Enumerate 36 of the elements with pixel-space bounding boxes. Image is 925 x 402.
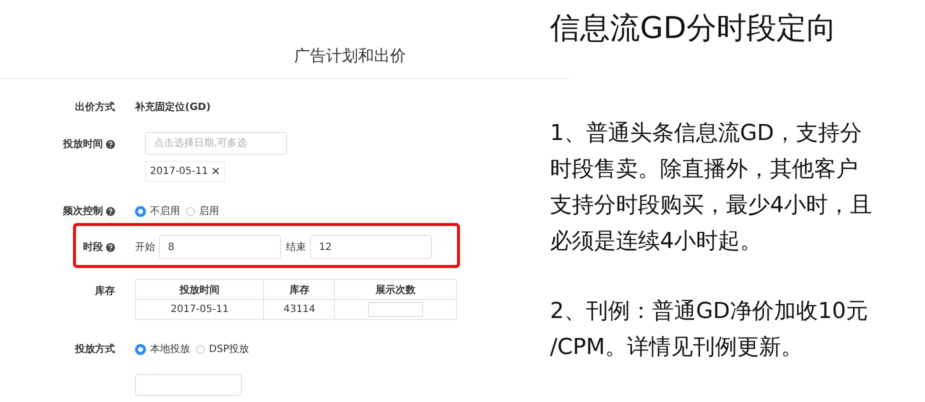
column-header: 库存 — [264, 280, 335, 300]
tag-text: 2017-05-11 — [150, 166, 208, 177]
field-label: 频次控制 — [63, 204, 103, 218]
paragraph: 2、刊例：普通GD净价加收10元/CPM。详情见刊例更新。 — [550, 298, 869, 362]
date-field[interactable]: 点击选择日期,可多选 — [145, 132, 287, 155]
radio-label: 不启用 — [150, 204, 180, 218]
column-header: 投放时间 — [136, 280, 264, 300]
radio-button[interactable] — [135, 344, 146, 354]
radio-button[interactable] — [135, 206, 146, 216]
help-icon[interactable] — [106, 206, 115, 216]
section-heading: 广告计划和出价 — [294, 46, 406, 65]
help-icon[interactable] — [106, 140, 115, 148]
field-label: 投放时间 — [63, 138, 103, 151]
paragraph: 1、普通头条信息流GD，支持分时段售卖。除直播外，其他客户支持分时段购买，最少4小时，且必须是连续4小时起。 — [550, 120, 873, 256]
count-field[interactable] — [368, 302, 424, 317]
radio-label: 本地投放 — [150, 342, 190, 356]
table-cell: 43114 — [264, 300, 335, 320]
remove-icon[interactable]: ✕ — [211, 165, 220, 178]
help-icon[interactable] — [106, 242, 115, 252]
slide-title: 信息流GD分时段定向 — [550, 10, 838, 48]
field-label: 出价方式 — [75, 100, 115, 114]
start-field[interactable]: 8 — [159, 235, 281, 259]
radio-label: 启用 — [199, 204, 219, 218]
radio-label: DSP投放 — [209, 342, 250, 356]
field-label: 库存 — [95, 284, 115, 298]
input-field[interactable] — [135, 374, 242, 396]
field-value: 补充固定位(GD) — [135, 100, 211, 114]
end-field[interactable]: 12 — [310, 235, 432, 259]
start-label: 开始 — [135, 241, 155, 254]
end-label: 结束 — [286, 240, 306, 254]
radio-button[interactable] — [196, 344, 205, 354]
radio-button[interactable] — [186, 206, 195, 216]
field-label: 时段 — [83, 240, 103, 254]
column-header: 展示次数 — [334, 280, 456, 300]
field-label: 投放方式 — [75, 342, 115, 356]
table-cell: 2017-05-11 — [136, 300, 264, 320]
